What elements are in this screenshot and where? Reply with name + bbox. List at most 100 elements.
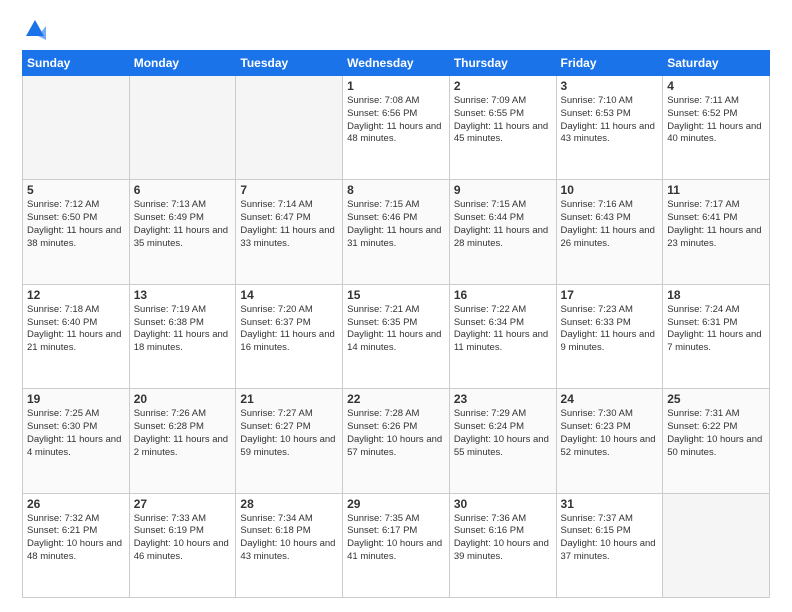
day-number: 20 [134, 392, 232, 406]
day-info: Sunrise: 7:27 AM Sunset: 6:27 PM Dayligh… [240, 408, 338, 459]
calendar-week-5: 26 Sunrise: 7:32 AM Sunset: 6:21 PM Dayli… [23, 493, 770, 597]
calendar-cell [663, 493, 770, 597]
day-number: 2 [454, 79, 552, 93]
day-info: Sunrise: 7:20 AM Sunset: 6:37 PM Dayligh… [240, 304, 338, 355]
day-info: Sunrise: 7:14 AM Sunset: 6:47 PM Dayligh… [240, 199, 338, 250]
calendar-cell: 30 Sunrise: 7:36 AM Sunset: 6:16 PM Dayli… [449, 493, 556, 597]
calendar-cell: 17 Sunrise: 7:23 AM Sunset: 6:33 PM Dayli… [556, 284, 663, 388]
day-number: 29 [347, 497, 445, 511]
calendar-cell: 15Sunrise: 7:21 AM Sunset: 6:35 PM Dayli… [343, 284, 450, 388]
day-info: Sunrise: 7:15 AM Sunset: 6:46 PM Dayligh… [347, 199, 445, 250]
day-number: 5 [27, 183, 125, 197]
weekday-header-monday: Monday [129, 51, 236, 76]
weekday-header-row: SundayMondayTuesdayWednesdayThursdayFrid… [23, 51, 770, 76]
calendar-cell: 11 Sunrise: 7:17 AM Sunset: 6:41 PM Dayli… [663, 180, 770, 284]
day-info: Sunrise: 7:33 AM Sunset: 6:19 PM Dayligh… [134, 513, 232, 564]
day-info: Sunrise: 7:12 AM Sunset: 6:50 PM Dayligh… [27, 199, 125, 250]
calendar-cell [129, 76, 236, 180]
calendar-cell: 22Sunrise: 7:28 AM Sunset: 6:26 PM Dayli… [343, 389, 450, 493]
calendar-week-1: 1Sunrise: 7:08 AM Sunset: 6:56 PM Daylig… [23, 76, 770, 180]
day-number: 6 [134, 183, 232, 197]
day-info: Sunrise: 7:18 AM Sunset: 6:40 PM Dayligh… [27, 304, 125, 355]
logo [22, 18, 48, 40]
day-info: Sunrise: 7:22 AM Sunset: 6:34 PM Dayligh… [454, 304, 552, 355]
day-number: 11 [667, 183, 765, 197]
day-info: Sunrise: 7:13 AM Sunset: 6:49 PM Dayligh… [134, 199, 232, 250]
calendar-week-3: 12 Sunrise: 7:18 AM Sunset: 6:40 PM Dayli… [23, 284, 770, 388]
weekday-header-thursday: Thursday [449, 51, 556, 76]
day-number: 17 [561, 288, 659, 302]
day-info: Sunrise: 7:17 AM Sunset: 6:41 PM Dayligh… [667, 199, 765, 250]
weekday-header-saturday: Saturday [663, 51, 770, 76]
day-info: Sunrise: 7:29 AM Sunset: 6:24 PM Dayligh… [454, 408, 552, 459]
calendar-cell: 28Sunrise: 7:34 AM Sunset: 6:18 PM Dayli… [236, 493, 343, 597]
day-info: Sunrise: 7:36 AM Sunset: 6:16 PM Dayligh… [454, 513, 552, 564]
day-info: Sunrise: 7:21 AM Sunset: 6:35 PM Dayligh… [347, 304, 445, 355]
calendar-cell: 23Sunrise: 7:29 AM Sunset: 6:24 PM Dayli… [449, 389, 556, 493]
page: SundayMondayTuesdayWednesdayThursdayFrid… [0, 0, 792, 612]
calendar-cell: 10Sunrise: 7:16 AM Sunset: 6:43 PM Dayli… [556, 180, 663, 284]
day-number: 30 [454, 497, 552, 511]
calendar-cell: 12 Sunrise: 7:18 AM Sunset: 6:40 PM Dayli… [23, 284, 130, 388]
weekday-header-friday: Friday [556, 51, 663, 76]
day-number: 14 [240, 288, 338, 302]
calendar-table: SundayMondayTuesdayWednesdayThursdayFrid… [22, 50, 770, 598]
header [22, 18, 770, 40]
day-info: Sunrise: 7:23 AM Sunset: 6:33 PM Dayligh… [561, 304, 659, 355]
day-number: 1 [347, 79, 445, 93]
day-number: 24 [561, 392, 659, 406]
calendar-cell [236, 76, 343, 180]
calendar-cell: 20 Sunrise: 7:26 AM Sunset: 6:28 PM Dayli… [129, 389, 236, 493]
day-info: Sunrise: 7:15 AM Sunset: 6:44 PM Dayligh… [454, 199, 552, 250]
day-number: 13 [134, 288, 232, 302]
day-number: 10 [561, 183, 659, 197]
day-info: Sunrise: 7:25 AM Sunset: 6:30 PM Dayligh… [27, 408, 125, 459]
day-info: Sunrise: 7:24 AM Sunset: 6:31 PM Dayligh… [667, 304, 765, 355]
calendar-cell: 29 Sunrise: 7:35 AM Sunset: 6:17 PM Dayli… [343, 493, 450, 597]
day-number: 4 [667, 79, 765, 93]
day-info: Sunrise: 7:35 AM Sunset: 6:17 PM Dayligh… [347, 513, 445, 564]
calendar-cell: 4 Sunrise: 7:11 AM Sunset: 6:52 PM Daylig… [663, 76, 770, 180]
day-info: Sunrise: 7:19 AM Sunset: 6:38 PM Dayligh… [134, 304, 232, 355]
day-number: 7 [240, 183, 338, 197]
day-number: 19 [27, 392, 125, 406]
calendar-cell: 6 Sunrise: 7:13 AM Sunset: 6:49 PM Daylig… [129, 180, 236, 284]
calendar-week-4: 19 Sunrise: 7:25 AM Sunset: 6:30 PM Dayli… [23, 389, 770, 493]
day-info: Sunrise: 7:30 AM Sunset: 6:23 PM Dayligh… [561, 408, 659, 459]
calendar-cell: 9Sunrise: 7:15 AM Sunset: 6:44 PM Daylig… [449, 180, 556, 284]
day-info: Sunrise: 7:26 AM Sunset: 6:28 PM Dayligh… [134, 408, 232, 459]
day-number: 31 [561, 497, 659, 511]
calendar-cell: 26 Sunrise: 7:32 AM Sunset: 6:21 PM Dayli… [23, 493, 130, 597]
day-number: 21 [240, 392, 338, 406]
calendar-cell: 13 Sunrise: 7:19 AM Sunset: 6:38 PM Dayli… [129, 284, 236, 388]
calendar-cell: 21 Sunrise: 7:27 AM Sunset: 6:27 PM Dayli… [236, 389, 343, 493]
day-info: Sunrise: 7:09 AM Sunset: 6:55 PM Dayligh… [454, 95, 552, 146]
day-info: Sunrise: 7:11 AM Sunset: 6:52 PM Dayligh… [667, 95, 765, 146]
weekday-header-sunday: Sunday [23, 51, 130, 76]
calendar-cell: 1Sunrise: 7:08 AM Sunset: 6:56 PM Daylig… [343, 76, 450, 180]
calendar-cell: 19 Sunrise: 7:25 AM Sunset: 6:30 PM Dayli… [23, 389, 130, 493]
calendar-cell: 8 Sunrise: 7:15 AM Sunset: 6:46 PM Daylig… [343, 180, 450, 284]
calendar-cell: 24 Sunrise: 7:30 AM Sunset: 6:23 PM Dayli… [556, 389, 663, 493]
calendar-cell: 2 Sunrise: 7:09 AM Sunset: 6:55 PM Daylig… [449, 76, 556, 180]
day-number: 28 [240, 497, 338, 511]
day-info: Sunrise: 7:31 AM Sunset: 6:22 PM Dayligh… [667, 408, 765, 459]
day-info: Sunrise: 7:37 AM Sunset: 6:15 PM Dayligh… [561, 513, 659, 564]
day-number: 18 [667, 288, 765, 302]
day-info: Sunrise: 7:32 AM Sunset: 6:21 PM Dayligh… [27, 513, 125, 564]
day-number: 26 [27, 497, 125, 511]
calendar-week-2: 5 Sunrise: 7:12 AM Sunset: 6:50 PM Daylig… [23, 180, 770, 284]
day-info: Sunrise: 7:28 AM Sunset: 6:26 PM Dayligh… [347, 408, 445, 459]
calendar-cell: 14 Sunrise: 7:20 AM Sunset: 6:37 PM Dayli… [236, 284, 343, 388]
calendar-cell: 5 Sunrise: 7:12 AM Sunset: 6:50 PM Daylig… [23, 180, 130, 284]
day-number: 8 [347, 183, 445, 197]
day-number: 27 [134, 497, 232, 511]
day-info: Sunrise: 7:10 AM Sunset: 6:53 PM Dayligh… [561, 95, 659, 146]
calendar-cell: 31 Sunrise: 7:37 AM Sunset: 6:15 PM Dayli… [556, 493, 663, 597]
weekday-header-tuesday: Tuesday [236, 51, 343, 76]
day-number: 12 [27, 288, 125, 302]
calendar-cell: 16Sunrise: 7:22 AM Sunset: 6:34 PM Dayli… [449, 284, 556, 388]
logo-icon [24, 18, 46, 40]
day-number: 3 [561, 79, 659, 93]
calendar-cell: 18 Sunrise: 7:24 AM Sunset: 6:31 PM Dayli… [663, 284, 770, 388]
